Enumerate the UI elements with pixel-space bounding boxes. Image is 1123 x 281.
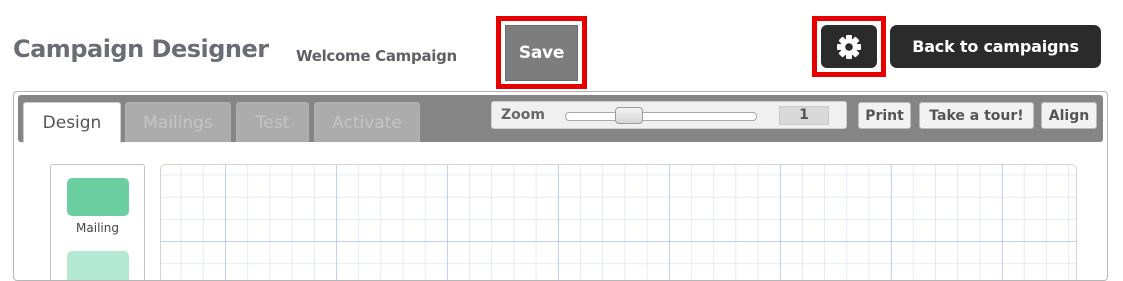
settings-button[interactable] bbox=[821, 25, 877, 68]
zoom-control: Zoom 1 bbox=[491, 101, 847, 129]
page-title: Campaign Designer bbox=[13, 35, 269, 63]
tab-activate[interactable]: Activate bbox=[314, 102, 420, 142]
align-button[interactable]: Align bbox=[1041, 102, 1097, 129]
take-a-tour-button[interactable]: Take a tour! bbox=[919, 102, 1034, 129]
tab-design[interactable]: Design bbox=[23, 102, 121, 143]
tab-test[interactable]: Test bbox=[236, 102, 309, 142]
print-button[interactable]: Print bbox=[858, 102, 911, 129]
palette-item-label: Mailing bbox=[76, 221, 119, 235]
save-button[interactable]: Save bbox=[505, 25, 578, 81]
campaign-name: Welcome Campaign bbox=[296, 47, 457, 65]
zoom-value: 1 bbox=[779, 106, 829, 125]
zoom-slider-track[interactable] bbox=[565, 107, 757, 124]
gear-icon bbox=[837, 34, 861, 59]
palette-item[interactable] bbox=[67, 251, 129, 280]
zoom-slider-handle[interactable] bbox=[615, 107, 644, 124]
tab-bar: Design Mailings Test Activate Zoom 1 Pri… bbox=[18, 95, 1103, 143]
zoom-label: Zoom bbox=[501, 107, 545, 123]
tab-mailings[interactable]: Mailings bbox=[125, 102, 231, 142]
palette-item-mailing[interactable] bbox=[67, 178, 129, 216]
designer-panel: Design Mailings Test Activate Zoom 1 Pri… bbox=[13, 91, 1108, 281]
design-canvas[interactable] bbox=[160, 164, 1077, 280]
back-to-campaigns-button[interactable]: Back to campaigns bbox=[890, 25, 1101, 68]
element-palette: Mailing bbox=[50, 164, 145, 280]
